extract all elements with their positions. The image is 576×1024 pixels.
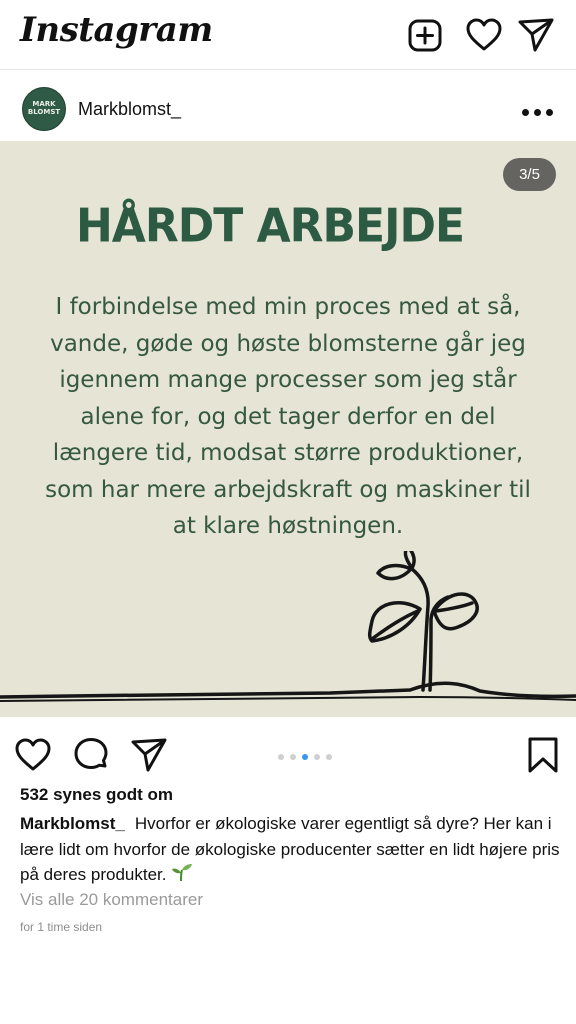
activity-button[interactable] <box>465 16 503 54</box>
post-username[interactable]: Markblomst_ <box>78 99 181 120</box>
post-header: MARK BLOMST Markblomst_ <box>0 71 576 141</box>
paper-plane-icon <box>131 738 167 772</box>
top-app-bar: Instagram <box>0 0 576 70</box>
post-timestamp: for 1 time siden <box>20 920 103 934</box>
image-headline: HÅRDT ARBEJDE <box>75 199 465 254</box>
carousel-dot <box>290 754 296 760</box>
bookmark-icon <box>528 737 558 773</box>
avatar[interactable]: MARK BLOMST <box>22 87 66 131</box>
image-body-text: I forbindelse med min proces med at så, … <box>45 294 531 539</box>
seedling-icon <box>172 864 193 882</box>
caption-username[interactable]: Markblomst_ <box>20 814 125 833</box>
slide-counter: 3/5 <box>503 158 556 191</box>
paper-plane-icon <box>518 18 554 52</box>
carousel-dot-active <box>302 754 308 760</box>
view-all-comments-link[interactable]: Vis alle 20 kommentarer <box>20 890 203 910</box>
carousel-dot <box>314 754 320 760</box>
comment-icon <box>74 738 108 769</box>
instagram-logo[interactable]: Instagram <box>20 10 213 50</box>
comment-button[interactable] <box>72 736 110 774</box>
post-caption: Markblomst_ Hvorfor er økologiske varer e… <box>20 811 560 888</box>
heart-icon <box>15 738 51 771</box>
direct-messages-button[interactable] <box>517 16 555 54</box>
carousel-dot <box>278 754 284 760</box>
more-options-button[interactable] <box>518 101 558 121</box>
new-post-button[interactable] <box>406 16 444 54</box>
more-dot <box>546 109 553 116</box>
heart-icon <box>466 18 502 51</box>
more-horizontal-icon <box>522 109 529 116</box>
plus-square-icon <box>408 19 442 52</box>
carousel-dot <box>326 754 332 760</box>
more-dot <box>534 109 541 116</box>
post-actions <box>0 718 576 794</box>
save-button[interactable] <box>524 736 562 774</box>
avatar-logo-text: MARK BLOMST <box>27 100 61 116</box>
like-button[interactable] <box>14 736 52 774</box>
like-count[interactable]: 532 synes godt om <box>20 785 173 805</box>
sprout-illustration <box>0 551 576 702</box>
share-button[interactable] <box>130 736 168 774</box>
post-image[interactable]: 3/5 HÅRDT ARBEJDE I forbindelse med min … <box>0 141 576 717</box>
